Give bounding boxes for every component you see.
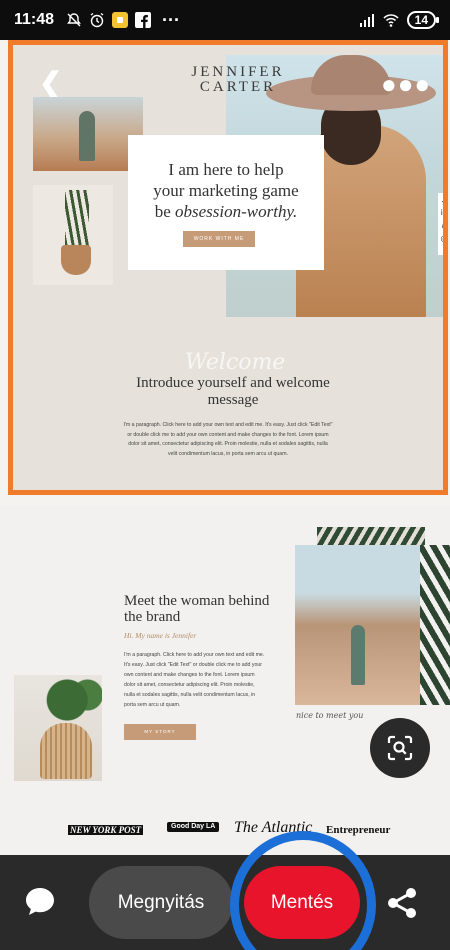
hero-heading-line-3a: be (154, 202, 175, 221)
hero-heading: I am here to help your marketing game be… (128, 159, 324, 222)
palm-leaves-top (317, 527, 425, 545)
comment-icon[interactable] (22, 883, 58, 919)
system-icons: 14 (359, 11, 440, 29)
linkedin-icon[interactable]: in (438, 206, 443, 219)
photo-figure-hat-crown (311, 55, 391, 95)
share-icon[interactable] (384, 885, 420, 921)
meet-title: Meet the woman behind the brand (124, 593, 270, 625)
site-brand: JENNIFER CARTER (191, 64, 285, 95)
good-day-la-logo: Good Day LA (167, 822, 220, 832)
new-york-post-logo: NEW YORK POST (68, 825, 144, 835)
visual-search-icon (387, 735, 413, 761)
palm-leaves-right (420, 545, 450, 705)
website-preview-hero[interactable]: JENNIFER CARTER ❮ ●●● I am here to help … (8, 40, 448, 495)
notification-icons: ··· (66, 10, 180, 31)
open-button[interactable]: Megnyitás (89, 866, 233, 939)
signal-icon (359, 14, 374, 27)
screen: 11:48 ··· 14 JENNIFER CARTER ❮ ●●● I am … (0, 0, 450, 950)
mute-bell-icon (67, 13, 81, 27)
hero-heading-line-1: I am here to help (168, 160, 284, 179)
facebook-icon (135, 12, 152, 28)
hero-heading-line-3b: obsession-worthy. (174, 202, 298, 221)
desert-walk-photo (295, 545, 425, 705)
hero-card: I am here to help your marketing game be… (128, 135, 324, 270)
tiktok-icon[interactable]: ♫ (438, 193, 443, 206)
alarm-icon (90, 12, 104, 28)
wifi-icon (383, 14, 399, 27)
clock: 11:48 (14, 11, 55, 28)
press-logos: NEW YORK POST Good Day LA The Atlantic E… (0, 819, 450, 845)
status-bar: 11:48 ··· 14 (0, 0, 450, 40)
work-with-me-button[interactable]: WORK WITH ME (183, 231, 255, 247)
rattan-chair (40, 723, 92, 779)
intro-title: Introduce yourself and welcome message (136, 375, 330, 408)
meet-subtitle: Hi. My name is Jennifer (124, 631, 197, 640)
hero-heading-line-2: your marketing game (153, 181, 299, 200)
welcome-script: Welcome (185, 350, 286, 375)
amazon-icon[interactable]: a (438, 219, 443, 232)
photo-figure (351, 625, 365, 685)
intro-paragraph: I'm a paragraph. Click here to add your … (123, 422, 333, 457)
plant-leaves (44, 675, 102, 725)
hero-heading-line-3: be obsession-worthy. (128, 201, 324, 222)
photo-figure (79, 111, 95, 161)
chair-photo (14, 675, 102, 781)
plant-leaves (65, 190, 89, 248)
more-notifications: ··· (162, 9, 181, 30)
battery-indicator: 14 (406, 11, 440, 29)
bottom-action-bar: Megnyitás Mentés (0, 831, 450, 950)
the-atlantic-logo: The Atlantic (234, 819, 313, 836)
nice-to-meet-you-script: nice to meet you (296, 711, 364, 720)
meet-paragraph: I'm a paragraph. Click here to add your … (124, 652, 265, 708)
back-arrow-icon[interactable]: ❮ (39, 69, 62, 97)
plant-photo-thumbnail (33, 185, 113, 285)
my-story-button[interactable]: MY STORY (124, 724, 196, 740)
more-options-icon[interactable]: ●●● (381, 69, 431, 100)
social-icons-bar: ♫ in a ◎ (438, 193, 444, 255)
plant-pot (61, 245, 91, 275)
save-button[interactable]: Mentés (244, 866, 360, 939)
entrepreneur-logo: Entrepreneur (326, 824, 391, 836)
yellow-app-icon (112, 12, 129, 28)
desert-photo-thumbnail (33, 97, 143, 171)
visual-search-button[interactable] (370, 718, 430, 778)
website-preview-about[interactable]: Meet the woman behind the brand Hi. My n… (0, 505, 450, 855)
hero-background: JENNIFER CARTER ❮ ●●● I am here to help … (13, 45, 443, 490)
instagram-icon[interactable]: ◎ (438, 232, 444, 245)
